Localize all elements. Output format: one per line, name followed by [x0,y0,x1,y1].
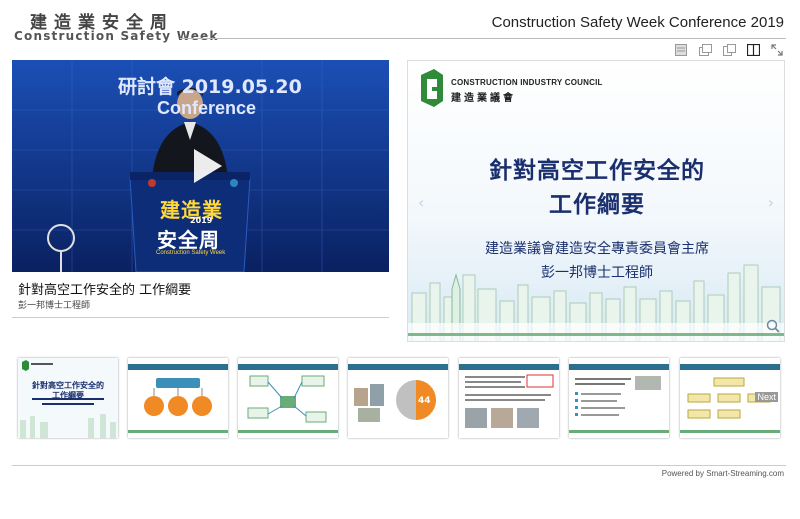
thumbnail-4-value: 44 [418,396,431,406]
thumbnail-4-image [348,358,448,438]
zoom-button[interactable] [766,318,780,337]
slide-title-line1: 針對高空工作安全的 [489,158,705,184]
slide-viewer: CONSTRUCTION INDUSTRY COUNCIL 建造業議會 針對高空… [407,60,785,342]
slide-title-line2: 工作綱要 [549,192,645,218]
thumbnail-1-title2: 工作綱要 [52,391,84,400]
slide-thumbnails: 針對高空工作安全的 工作綱要 44 Next [16,358,786,440]
layout-slide-icon[interactable] [674,43,688,56]
play-button[interactable] [186,146,226,186]
layout-toolbar [674,43,784,56]
banner-text: 研討會 2019.05.20 [118,76,302,98]
play-icon [194,149,222,183]
banner-sub: Conference [157,98,257,118]
prev-slide-button[interactable]: ‹ [418,193,424,212]
header-divider [180,38,786,39]
slide-subtitle-line2: 彭一邦博士工程師 [541,265,653,281]
left-divider [12,317,389,318]
thumbnail-3[interactable] [238,358,338,438]
conference-title: Construction Safety Week Conference 2019 [491,14,784,31]
cic-logo [421,69,443,107]
thumbnail-7[interactable]: Next [680,358,780,438]
thumbnail-4[interactable]: 44 [348,358,448,438]
header: 建造業安全周 Construction Safety Week Construc… [0,0,800,48]
podium-text-3: 安全周 [157,228,220,252]
org-name-en: CONSTRUCTION INDUSTRY COUNCIL [451,78,603,87]
fullscreen-icon[interactable] [770,43,784,56]
chevron-right-icon: › [767,193,774,212]
video-player[interactable]: 研討會 2019.05.20 Conference 建造業 2019 安全周 C… [12,60,389,272]
slide-subtitle-line1: 建造業議會建造安全專責委員會主席 [485,241,709,257]
layout-split-icon[interactable] [746,43,760,56]
talk-title: 針對高空工作安全的 工作綱要 [18,283,192,298]
podium-text-4: Construction Safety Week [156,250,226,256]
thumbnail-5[interactable] [459,358,559,438]
layout-pip-icon[interactable] [698,43,712,56]
thumbnail-6-image [569,358,669,438]
thumbnail-2-image [128,358,228,438]
logo-english: Construction Safety Week [14,29,219,43]
thumbnail-5-image [459,358,559,438]
powered-by[interactable]: Powered by Smart-Streaming.com [662,469,784,478]
magnifier-icon [766,319,780,333]
thumbnail-6[interactable] [569,358,669,438]
org-name-zh: 建造業議會 [451,93,516,104]
chevron-left-icon: ‹ [418,193,425,212]
footer-divider [12,465,786,466]
thumbnail-1[interactable]: 針對高空工作安全的 工作綱要 [18,358,118,438]
thumbnail-next-label[interactable]: Next [755,392,778,402]
next-slide-button[interactable]: › [768,193,774,212]
talk-speaker: 彭一邦博士工程師 [18,301,91,311]
layout-side-icon[interactable] [722,43,736,56]
thumbnail-3-image [238,358,338,438]
thumbnail-2[interactable] [128,358,228,438]
